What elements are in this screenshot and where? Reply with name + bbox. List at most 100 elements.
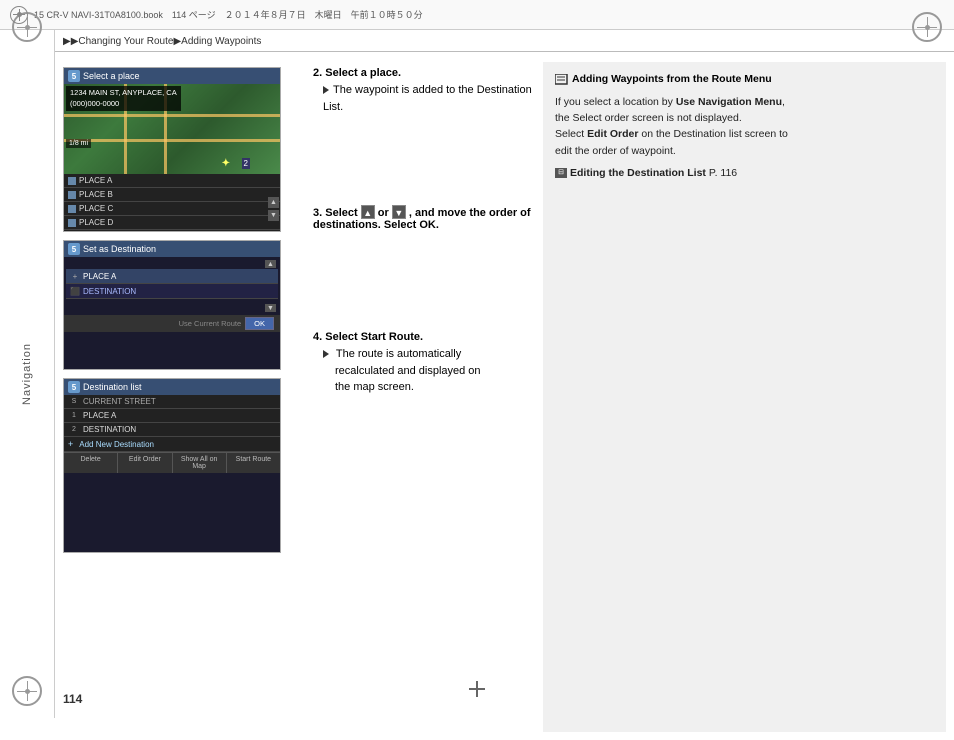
screen3-title: Destination list xyxy=(83,382,142,392)
screen3-icon: 5 xyxy=(68,381,80,393)
place-item-e[interactable]: PLACE E xyxy=(64,230,280,232)
dl-add-label: Add New Destination xyxy=(79,440,154,449)
screen2-scroll-down: ▼ xyxy=(66,303,278,313)
dl-dest-label: DESTINATION xyxy=(83,425,136,434)
navigation-sidebar: Navigation xyxy=(0,30,55,718)
screen2-bottom: Use Current Route OK xyxy=(64,315,280,332)
screen-set-destination: 5 Set as Destination ▲ + PLACE A ⬛ DESTI… xyxy=(63,240,281,370)
start-route-btn[interactable]: Start Route xyxy=(227,453,280,473)
place-label-c: PLACE C xyxy=(79,204,113,213)
note-body: If you select a location by Use Navigati… xyxy=(555,94,934,181)
screen2-up-btn[interactable]: ▲ xyxy=(265,260,276,268)
note-line2: , xyxy=(782,96,785,108)
step3-header: 3. Select ▲ or ▼ , and move the order of… xyxy=(313,205,533,231)
map-number: 2 xyxy=(242,158,250,169)
scroll-down-btn[interactable]: ▼ xyxy=(268,210,279,221)
step2-arrow-icon xyxy=(323,86,329,94)
note-line1: If you select a location by xyxy=(555,96,676,108)
scroll-up-btn[interactable]: ▲ xyxy=(268,197,279,208)
top-bar-crosshair xyxy=(10,6,28,24)
dest-dest-icon: ⬛ xyxy=(70,286,80,296)
road-h2 xyxy=(64,139,280,142)
step2-header: 2. Select a place. xyxy=(313,67,533,79)
arrow-down-icon[interactable]: ▼ xyxy=(392,205,406,219)
note-link-bold: Editing the Destination List xyxy=(570,165,706,181)
dest-place-a-label: PLACE A xyxy=(83,272,116,281)
road-h1 xyxy=(64,114,280,117)
step4-header: 4. Select Start Route. xyxy=(313,331,533,343)
dl-add-new[interactable]: + Add New Destination xyxy=(64,437,280,452)
screen1-title: Select a place xyxy=(83,71,140,81)
step4-body1: The route is automatically xyxy=(336,348,461,360)
dl-num-1: 1 xyxy=(68,412,80,419)
step3-mid: or xyxy=(378,207,392,219)
note-bold1: Use Navigation Menu xyxy=(676,96,782,108)
place-item-d[interactable]: PLACE D xyxy=(64,216,280,230)
place-item-a[interactable]: PLACE A xyxy=(64,174,280,188)
dl-place-a[interactable]: 1 PLACE A xyxy=(64,409,280,423)
dest-destination-label: DESTINATION xyxy=(83,287,136,296)
screen3-buttons: Delete Edit Order Show All on Map Start … xyxy=(64,452,280,473)
edit-order-btn[interactable]: Edit Order xyxy=(118,453,172,473)
screen2-header: 5 Set as Destination xyxy=(64,241,280,257)
dest-plus-icon: + xyxy=(70,271,80,281)
screen1-header: 5 Select a place xyxy=(64,68,280,84)
step2-body: The waypoint is added to the Destination… xyxy=(313,82,533,115)
place-label-b: PLACE B xyxy=(79,190,113,199)
step-4: 4. Select Start Route. The route is auto… xyxy=(313,331,533,396)
screen1-address1: 1234 MAIN ST, ANYPLACE, CA xyxy=(70,88,177,99)
dest-place-a[interactable]: + PLACE A xyxy=(66,269,278,284)
dl-current-street: S CURRENT STREET xyxy=(64,395,280,409)
screen-destination-list: 5 Destination list S CURRENT STREET 1 PL… xyxy=(63,378,281,553)
place-icon-b xyxy=(68,191,76,199)
screen1-info: 1234 MAIN ST, ANYPLACE, CA (000)000-0000 xyxy=(66,86,181,111)
top-bar-file-info: 15 CR-V NAVI-31T0A8100.book 114 ページ ２０１４… xyxy=(34,8,423,21)
screen2-title: Set as Destination xyxy=(83,244,156,254)
place-icon-d xyxy=(68,219,76,227)
breadcrumb: ▶▶Changing Your Route▶Adding Waypoints xyxy=(55,30,954,52)
note-line4: Select xyxy=(555,128,587,140)
screen2-down-btn[interactable]: ▼ xyxy=(265,304,276,312)
step4-body2: recalculated and displayed on xyxy=(323,365,481,377)
screen1-address2: (000)000-0000 xyxy=(70,99,177,110)
screen-select-place: 5 Select a place 1234 MAIN ST, ANYPLACE,… xyxy=(63,67,281,232)
breadcrumb-part2: ▶Adding Waypoints xyxy=(173,36,261,47)
step3-pre: Select xyxy=(325,207,360,219)
step4-end: . xyxy=(420,331,423,343)
content-body: 5 Select a place 1234 MAIN ST, ANYPLACE,… xyxy=(55,52,954,740)
delete-btn[interactable]: Delete xyxy=(64,453,118,473)
main-content: ▶▶Changing Your Route▶Adding Waypoints 5… xyxy=(55,30,954,718)
note-line3: the Select order screen is not displayed… xyxy=(555,112,742,124)
screen1-place-list: PLACE A PLACE B PLACE C PLACE D xyxy=(64,174,280,232)
step4-arrow-icon xyxy=(323,350,329,358)
step4-bold: Start Route xyxy=(361,331,420,343)
place-label-d: PLACE D xyxy=(79,218,113,227)
screen3-header: 5 Destination list xyxy=(64,379,280,395)
show-all-btn[interactable]: Show All on Map xyxy=(173,453,227,473)
dl-current-label: CURRENT STREET xyxy=(83,397,156,406)
place-item-c[interactable]: PLACE C xyxy=(64,202,280,216)
place-label-a: PLACE A xyxy=(79,176,112,185)
step-3: 3. Select ▲ or ▼ , and move the order of… xyxy=(313,205,533,231)
dl-num-2: 2 xyxy=(68,426,80,433)
ok-button[interactable]: OK xyxy=(245,317,274,330)
step-2: 2. Select a place. The waypoint is added… xyxy=(313,67,533,115)
dl-num-s: S xyxy=(68,398,80,405)
dest-destination[interactable]: ⬛ DESTINATION xyxy=(66,284,278,299)
breadcrumb-part1: ▶▶Changing Your Route xyxy=(63,36,173,47)
sidebar-label: Navigation xyxy=(21,343,33,405)
map-marker: ✦ xyxy=(222,158,230,169)
step2-text: Select a place. xyxy=(325,67,401,79)
dl-destination[interactable]: 2 DESTINATION xyxy=(64,423,280,437)
dl-add-icon: + xyxy=(68,439,73,449)
place-item-b[interactable]: PLACE B xyxy=(64,188,280,202)
note-bold2: Edit Order xyxy=(587,128,638,140)
place-icon-c xyxy=(68,205,76,213)
use-current-route-label: Use Current Route xyxy=(179,319,242,328)
arrow-up-icon[interactable]: ▲ xyxy=(361,205,375,219)
screen1-scroll: ▲ ▼ xyxy=(268,197,279,221)
step2-body-text: The waypoint is added to the Destination… xyxy=(323,84,532,113)
notes-column: Adding Waypoints from the Route Menu If … xyxy=(543,62,946,732)
page-number: 114 xyxy=(63,692,82,706)
note-header: Adding Waypoints from the Route Menu xyxy=(555,72,934,88)
